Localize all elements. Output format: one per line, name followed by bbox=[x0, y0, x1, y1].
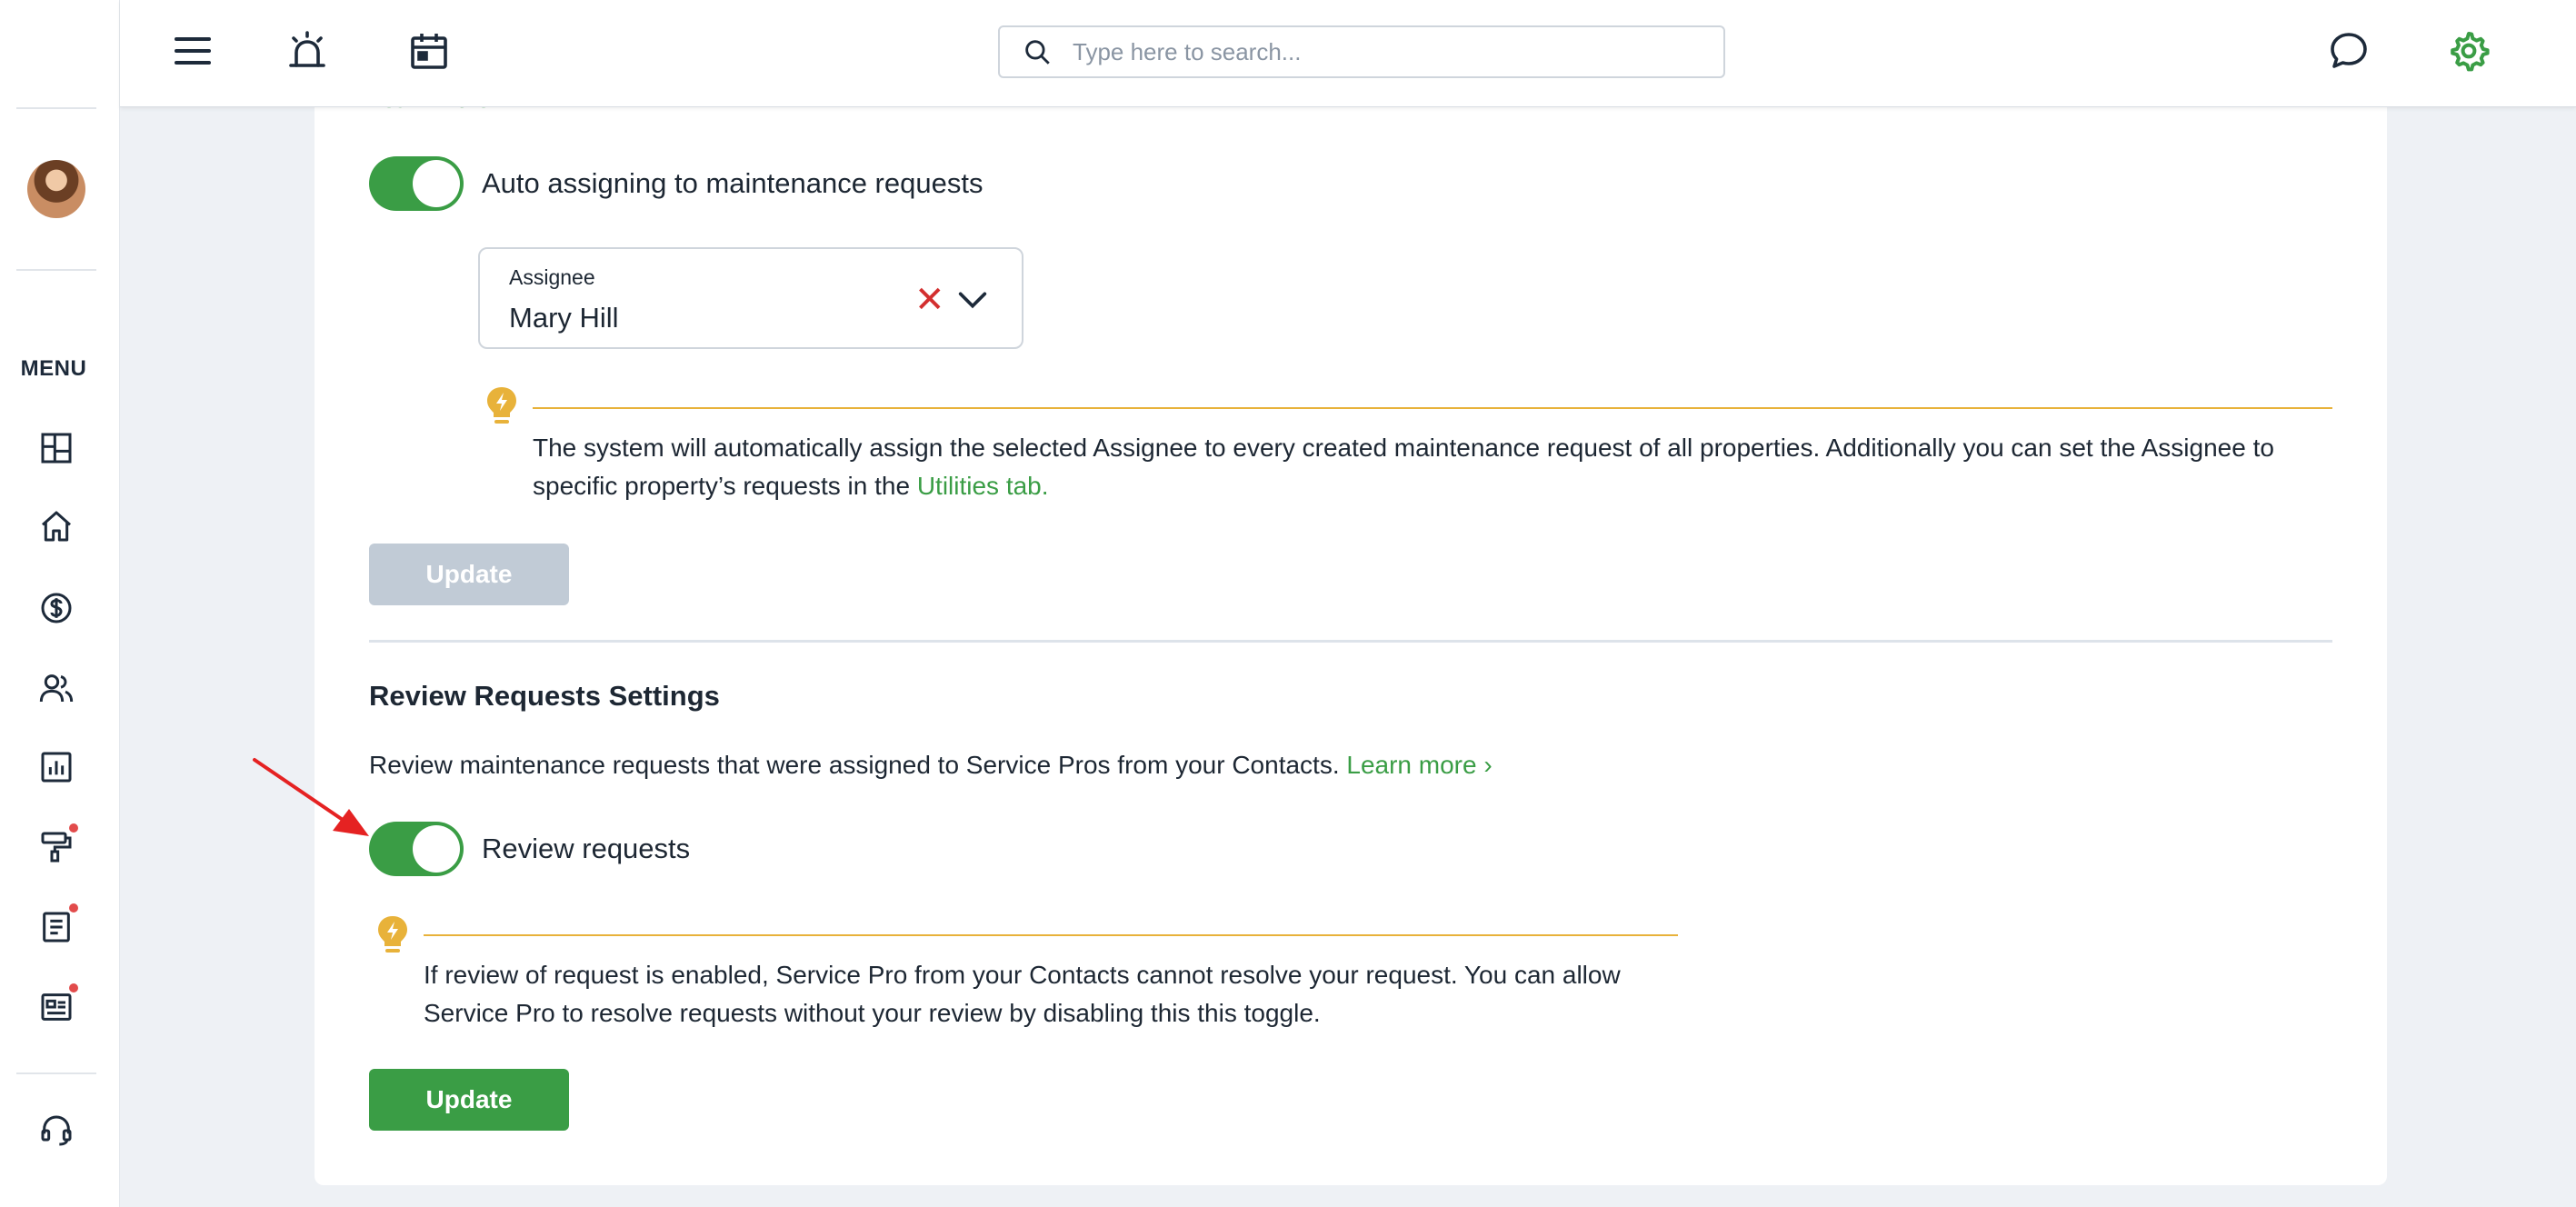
review-section-title: Review Requests Settings bbox=[369, 680, 720, 712]
assignee-value: Mary Hill bbox=[509, 302, 619, 334]
search-input[interactable] bbox=[1073, 37, 1691, 66]
menu-label: MENU bbox=[20, 356, 87, 381]
chevron-right-icon: › bbox=[1483, 751, 1493, 779]
lightbulb-icon bbox=[378, 916, 407, 953]
assign-hint-body: The system will automatically assign the… bbox=[533, 434, 2274, 500]
notification-dot bbox=[69, 823, 78, 833]
update-button-disabled[interactable]: Update bbox=[369, 544, 569, 605]
assignee-select[interactable]: Assignee Mary Hill ✕ bbox=[478, 247, 1023, 349]
review-hint-text: If review of request is enabled, Service… bbox=[424, 961, 1621, 1027]
annotation-arrow-icon bbox=[253, 758, 369, 836]
documents-icon[interactable] bbox=[36, 903, 78, 947]
sidebar-divider bbox=[16, 269, 96, 271]
utilities-tab-link[interactable]: Utilities tab. bbox=[917, 472, 1049, 500]
sidebar-divider bbox=[16, 107, 96, 109]
review-requests-toggle[interactable] bbox=[369, 822, 464, 876]
section-divider bbox=[369, 640, 2332, 643]
assignee-label: Assignee bbox=[509, 265, 595, 289]
maintenance-icon[interactable] bbox=[36, 823, 78, 867]
notification-dot bbox=[69, 903, 78, 913]
sidebar: MENU bbox=[0, 0, 120, 1207]
auto-assign-label: Auto assigning to maintenance requests bbox=[482, 167, 983, 199]
settings-card: Learn more Auto assigning to maintenance… bbox=[315, 55, 2387, 1185]
learn-more-text: Learn more bbox=[1346, 751, 1477, 779]
toggle-knob bbox=[413, 825, 460, 873]
update-button[interactable]: Update bbox=[369, 1069, 569, 1131]
settings-gear-icon[interactable] bbox=[2445, 27, 2492, 75]
top-bar bbox=[120, 0, 2576, 107]
notification-dot bbox=[69, 983, 78, 993]
review-description: Review maintenance requests that were as… bbox=[369, 751, 1493, 780]
chevron-down-icon[interactable] bbox=[954, 282, 991, 318]
search-box[interactable] bbox=[998, 25, 1725, 78]
review-description-text: Review maintenance requests that were as… bbox=[369, 751, 1340, 779]
chat-icon[interactable] bbox=[2325, 27, 2372, 75]
hint-divider bbox=[533, 407, 2332, 409]
lightbulb-icon bbox=[487, 387, 516, 424]
review-learn-more-link[interactable]: Learn more › bbox=[1346, 751, 1492, 779]
toggle-knob bbox=[413, 160, 460, 207]
reports-icon[interactable] bbox=[36, 747, 76, 787]
dashboard-icon[interactable] bbox=[36, 428, 76, 468]
assign-hint-text: The system will automatically assign the… bbox=[533, 429, 2332, 505]
listings-icon[interactable] bbox=[36, 983, 78, 1027]
sidebar-divider bbox=[16, 1072, 96, 1074]
review-requests-label: Review requests bbox=[482, 833, 691, 864]
hamburger-menu-icon[interactable] bbox=[169, 27, 216, 75]
clear-icon[interactable]: ✕ bbox=[914, 282, 945, 318]
alarm-icon[interactable] bbox=[284, 27, 331, 75]
home-icon[interactable] bbox=[36, 506, 76, 546]
search-icon bbox=[1025, 40, 1050, 65]
avatar[interactable] bbox=[27, 160, 85, 218]
hint-divider bbox=[424, 934, 1678, 936]
support-icon[interactable] bbox=[36, 1111, 76, 1151]
dollar-icon[interactable] bbox=[36, 588, 76, 628]
contacts-icon[interactable] bbox=[36, 668, 76, 708]
calendar-icon[interactable] bbox=[405, 27, 453, 75]
auto-assign-toggle[interactable] bbox=[369, 156, 464, 211]
